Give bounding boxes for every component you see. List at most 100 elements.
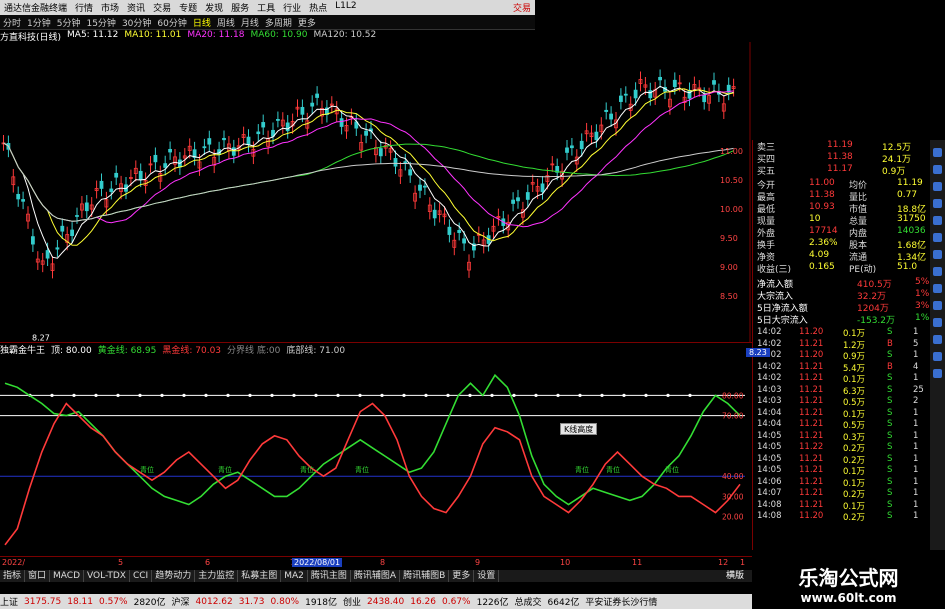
indicator-tab[interactable]: 腾讯辅图A <box>351 570 401 582</box>
indicator-tab[interactable]: 腾讯辅图B <box>400 570 450 582</box>
qingwei-marker: 青位 <box>355 465 369 474</box>
level-dot <box>644 393 648 397</box>
layout-toggle-button[interactable]: 横版 <box>726 570 744 582</box>
menu-item[interactable]: 发现 <box>205 1 223 14</box>
menu-item[interactable]: 资讯 <box>127 1 145 14</box>
tick-volume: 0.2万 <box>843 513 866 523</box>
tool-strip-icon[interactable] <box>933 216 942 225</box>
stat-label: PE(动) <box>849 265 877 275</box>
status-item: 2438.40 <box>367 596 405 607</box>
level-dot <box>50 393 54 397</box>
tool-strip-icon[interactable] <box>933 182 942 191</box>
period-tab[interactable]: 更多 <box>298 16 316 29</box>
stat-value: 14036 <box>897 226 926 236</box>
tick-price: 11.21 <box>799 430 824 441</box>
period-tab[interactable]: 15分钟 <box>86 16 115 29</box>
tool-strip-icon[interactable] <box>933 335 942 344</box>
candle-body <box>364 130 369 136</box>
period-tab[interactable]: 日线 <box>193 16 211 29</box>
candle-body <box>579 140 584 150</box>
indicator-tab[interactable]: VOL-TDX <box>84 570 130 582</box>
period-tab[interactable]: 分时 <box>3 16 21 29</box>
menu-item[interactable]: 市场 <box>101 1 119 14</box>
tick-count: 5 <box>913 338 919 349</box>
tool-strip-icon[interactable] <box>933 165 942 174</box>
indicator-tick-label: 80.00 <box>722 391 744 400</box>
status-item: 上证 <box>0 598 19 608</box>
menu-item[interactable]: 热点 <box>309 1 327 14</box>
tick-side: S <box>887 350 893 360</box>
period-tab[interactable]: 1分钟 <box>27 16 51 29</box>
indicator-tab[interactable]: MACD <box>50 570 85 582</box>
tool-strip-icon[interactable] <box>933 318 942 327</box>
tick-time: 14:05 <box>757 430 782 441</box>
order-book-row: 卖三 11.19 12.5万 <box>757 140 937 153</box>
indicator-tab[interactable]: CCI <box>130 570 153 582</box>
period-tab[interactable]: 周线 <box>217 16 235 29</box>
tick-count: 25 <box>913 384 924 395</box>
menu-item[interactable]: 行情 <box>75 1 93 14</box>
row-price: 11.38 <box>827 152 853 162</box>
period-tab[interactable]: 月线 <box>241 16 259 29</box>
indicator-tab[interactable]: 窗口 <box>25 570 51 582</box>
trade-menu-button[interactable]: 交易 <box>513 1 531 14</box>
tick-time: 14:02 <box>757 373 782 383</box>
indicator-tab[interactable]: MA2 <box>281 570 308 582</box>
tool-strip-icon[interactable] <box>933 267 942 276</box>
candle-body <box>378 148 383 157</box>
current-price-marker: 8.23 <box>746 348 770 357</box>
indicator-tab[interactable]: 设置 <box>474 570 500 582</box>
price-tick-label: 9.00 <box>720 263 738 272</box>
tick-row: 14:07 11.21 0.2万 S 1 <box>757 488 937 500</box>
tick-side: S <box>887 453 893 464</box>
qingwei-marker: 青位 <box>575 465 589 474</box>
stat-value: 51.0 <box>897 262 918 272</box>
menu-item[interactable]: 交易 <box>153 1 171 14</box>
level-dot <box>358 393 362 397</box>
period-tab[interactable]: 5分钟 <box>57 16 81 29</box>
tool-strip-icon[interactable] <box>933 233 942 242</box>
price-tick-label: 10.50 <box>720 176 743 185</box>
period-tab[interactable]: 60分钟 <box>157 16 186 29</box>
watermark-title: 乐淘公式网 <box>798 566 899 590</box>
menu-item[interactable]: 工具 <box>257 1 275 14</box>
tick-price: 11.21 <box>799 488 824 498</box>
tick-price: 11.21 <box>799 396 824 406</box>
indicator-tab[interactable]: 指标 <box>0 570 26 582</box>
period-tab[interactable]: 30分钟 <box>122 16 151 29</box>
price-tick-label: 10.00 <box>720 205 743 214</box>
tick-row: 14:03 11.21 6.3万 S 25 <box>757 384 937 397</box>
status-item: 平安证券长沙行情 <box>585 598 658 608</box>
indicator-tab[interactable]: 主力监控 <box>195 570 239 582</box>
menu-item[interactable]: 行业 <box>283 1 301 14</box>
menu-item[interactable]: L1L2 <box>335 1 356 14</box>
indicator-legend: 独霸金牛王 顶: 80.00 黄金线: 68.95 黑金线: 70.03 分界线 底:… <box>0 343 351 356</box>
quote-stat-row: 现量 10 总量 31750 <box>757 214 937 227</box>
menu-item[interactable]: 专题 <box>179 1 197 14</box>
menu-item[interactable]: 服务 <box>231 1 249 14</box>
tool-strip-icon[interactable] <box>933 148 942 157</box>
capital-flow-row: 5日净流入额 1204万 3% <box>757 301 937 314</box>
candle-body <box>109 188 114 192</box>
tool-strip-icon[interactable] <box>933 369 942 378</box>
indicator-tab[interactable]: 私募主图 <box>238 570 282 582</box>
indicator-tab[interactable]: 更多 <box>449 570 475 582</box>
tool-strip-icon[interactable] <box>933 284 942 293</box>
candle-body <box>702 94 707 103</box>
tick-row: 14:05 11.21 0.1万 S 1 <box>757 465 937 477</box>
chart-area[interactable]: 8.27 11.00 10.50 10.00 9.50 9.00 8.50 80.00 70… <box>0 42 752 570</box>
tool-strip-icon[interactable] <box>933 199 942 208</box>
tool-strip-icon[interactable] <box>933 250 942 259</box>
level-dot <box>160 393 164 397</box>
tool-strip-icon[interactable] <box>933 352 942 361</box>
level-dot <box>468 393 472 397</box>
date-tick-label: 5 <box>118 558 124 567</box>
tool-strip-icon[interactable] <box>933 301 942 310</box>
tick-side: S <box>887 419 893 429</box>
indicator-tab[interactable]: 腾讯主图 <box>308 570 351 582</box>
date-tick-label: 2022/ <box>2 558 26 567</box>
status-item: 2820亿 <box>133 598 166 608</box>
indicator-tab[interactable]: 趋势动力 <box>152 570 196 582</box>
tick-count: 1 <box>913 373 919 383</box>
period-tab[interactable]: 多周期 <box>265 16 292 29</box>
